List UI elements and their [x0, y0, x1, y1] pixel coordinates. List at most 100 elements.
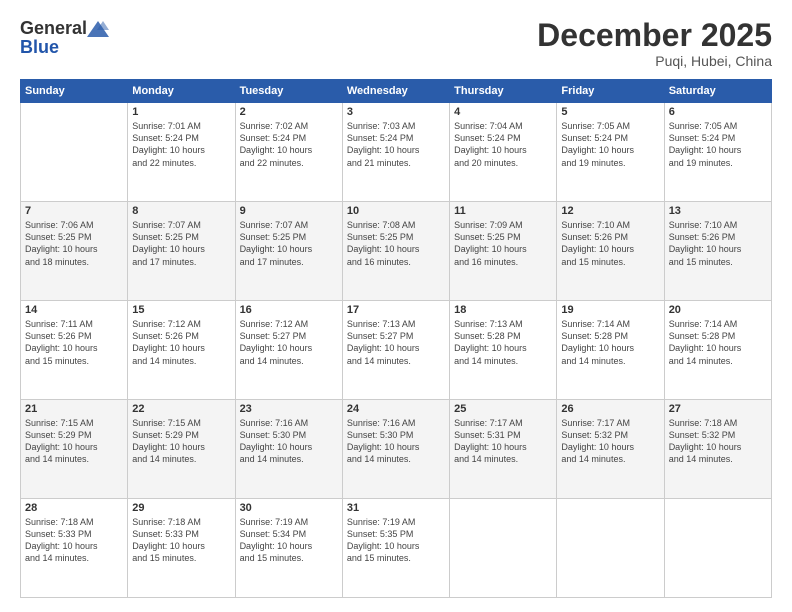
calendar-header-monday: Monday [128, 80, 235, 103]
day-number: 13 [669, 205, 767, 217]
calendar-header-row: SundayMondayTuesdayWednesdayThursdayFrid… [21, 80, 772, 103]
day-info: Sunrise: 7:12 AMSunset: 5:26 PMDaylight:… [132, 318, 230, 367]
day-info: Sunrise: 7:17 AMSunset: 5:32 PMDaylight:… [561, 417, 659, 466]
day-info: Sunrise: 7:01 AMSunset: 5:24 PMDaylight:… [132, 120, 230, 169]
day-info: Sunrise: 7:13 AMSunset: 5:27 PMDaylight:… [347, 318, 445, 367]
calendar-cell [450, 499, 557, 598]
calendar-cell: 20 Sunrise: 7:14 AMSunset: 5:28 PMDayligh… [664, 301, 771, 400]
logo: General Blue [20, 18, 109, 58]
day-number: 27 [669, 403, 767, 415]
calendar-cell: 30 Sunrise: 7:19 AMSunset: 5:34 PMDayligh… [235, 499, 342, 598]
calendar-cell: 12 Sunrise: 7:10 AMSunset: 5:26 PMDayligh… [557, 202, 664, 301]
day-info: Sunrise: 7:17 AMSunset: 5:31 PMDaylight:… [454, 417, 552, 466]
day-number: 1 [132, 106, 230, 118]
day-number: 23 [240, 403, 338, 415]
calendar-cell: 27 Sunrise: 7:18 AMSunset: 5:32 PMDayligh… [664, 400, 771, 499]
calendar-cell: 15 Sunrise: 7:12 AMSunset: 5:26 PMDayligh… [128, 301, 235, 400]
day-info: Sunrise: 7:15 AMSunset: 5:29 PMDaylight:… [25, 417, 123, 466]
day-info: Sunrise: 7:18 AMSunset: 5:33 PMDaylight:… [25, 516, 123, 565]
day-number: 4 [454, 106, 552, 118]
calendar-cell: 22 Sunrise: 7:15 AMSunset: 5:29 PMDayligh… [128, 400, 235, 499]
day-number: 30 [240, 502, 338, 514]
calendar-header-thursday: Thursday [450, 80, 557, 103]
day-info: Sunrise: 7:19 AMSunset: 5:34 PMDaylight:… [240, 516, 338, 565]
day-info: Sunrise: 7:10 AMSunset: 5:26 PMDaylight:… [561, 219, 659, 268]
calendar-cell: 14 Sunrise: 7:11 AMSunset: 5:26 PMDayligh… [21, 301, 128, 400]
calendar-cell: 4Sunrise: 7:04 AMSunset: 5:24 PMDaylight… [450, 103, 557, 202]
day-number: 25 [454, 403, 552, 415]
day-info: Sunrise: 7:16 AMSunset: 5:30 PMDaylight:… [240, 417, 338, 466]
day-info: Sunrise: 7:13 AMSunset: 5:28 PMDaylight:… [454, 318, 552, 367]
day-number: 22 [132, 403, 230, 415]
logo-general-text: General [20, 18, 87, 39]
calendar-cell: 21 Sunrise: 7:15 AMSunset: 5:29 PMDayligh… [21, 400, 128, 499]
calendar-cell: 28 Sunrise: 7:18 AMSunset: 5:33 PMDayligh… [21, 499, 128, 598]
calendar-cell: 10Sunrise: 7:08 AMSunset: 5:25 PMDayligh… [342, 202, 449, 301]
day-info: Sunrise: 7:02 AMSunset: 5:24 PMDaylight:… [240, 120, 338, 169]
day-number: 24 [347, 403, 445, 415]
day-info: Sunrise: 7:11 AMSunset: 5:26 PMDaylight:… [25, 318, 123, 367]
day-info: Sunrise: 7:08 AMSunset: 5:25 PMDaylight:… [347, 219, 445, 268]
calendar-cell: 11Sunrise: 7:09 AMSunset: 5:25 PMDayligh… [450, 202, 557, 301]
header: General Blue December 2025 Puqi, Hubei, … [20, 18, 772, 69]
calendar-cell: 6Sunrise: 7:05 AMSunset: 5:24 PMDaylight… [664, 103, 771, 202]
page: General Blue December 2025 Puqi, Hubei, … [0, 0, 792, 612]
calendar-week-1: 1 Sunrise: 7:01 AMSunset: 5:24 PMDaylight… [21, 103, 772, 202]
day-info: Sunrise: 7:16 AMSunset: 5:30 PMDaylight:… [347, 417, 445, 466]
calendar-cell: 18 Sunrise: 7:13 AMSunset: 5:28 PMDayligh… [450, 301, 557, 400]
calendar-cell: 1 Sunrise: 7:01 AMSunset: 5:24 PMDaylight… [128, 103, 235, 202]
calendar-cell: 31 Sunrise: 7:19 AMSunset: 5:35 PMDayligh… [342, 499, 449, 598]
day-number: 2 [240, 106, 338, 118]
calendar-week-3: 14 Sunrise: 7:11 AMSunset: 5:26 PMDayligh… [21, 301, 772, 400]
day-info: Sunrise: 7:18 AMSunset: 5:32 PMDaylight:… [669, 417, 767, 466]
day-number: 29 [132, 502, 230, 514]
calendar-cell: 5 Sunrise: 7:05 AMSunset: 5:24 PMDaylight… [557, 103, 664, 202]
day-number: 28 [25, 502, 123, 514]
calendar-cell: 16Sunrise: 7:12 AMSunset: 5:27 PMDayligh… [235, 301, 342, 400]
day-info: Sunrise: 7:05 AMSunset: 5:24 PMDaylight:… [561, 120, 659, 169]
day-info: Sunrise: 7:15 AMSunset: 5:29 PMDaylight:… [132, 417, 230, 466]
day-number: 16 [240, 304, 338, 316]
calendar-cell: 29 Sunrise: 7:18 AMSunset: 5:33 PMDayligh… [128, 499, 235, 598]
day-number: 14 [25, 304, 123, 316]
day-info: Sunrise: 7:19 AMSunset: 5:35 PMDaylight:… [347, 516, 445, 565]
day-number: 3 [347, 106, 445, 118]
location: Puqi, Hubei, China [537, 53, 772, 69]
calendar-cell: 23 Sunrise: 7:16 AMSunset: 5:30 PMDayligh… [235, 400, 342, 499]
day-info: Sunrise: 7:07 AMSunset: 5:25 PMDaylight:… [132, 219, 230, 268]
day-number: 15 [132, 304, 230, 316]
logo-icon [87, 20, 109, 38]
day-info: Sunrise: 7:03 AMSunset: 5:24 PMDaylight:… [347, 120, 445, 169]
logo-blue-text: Blue [20, 37, 59, 58]
calendar-week-2: 7Sunrise: 7:06 AMSunset: 5:25 PMDaylight… [21, 202, 772, 301]
calendar-cell: 7Sunrise: 7:06 AMSunset: 5:25 PMDaylight… [21, 202, 128, 301]
calendar-cell: 13 Sunrise: 7:10 AMSunset: 5:26 PMDayligh… [664, 202, 771, 301]
calendar-cell: 9Sunrise: 7:07 AMSunset: 5:25 PMDaylight… [235, 202, 342, 301]
day-number: 8 [132, 205, 230, 217]
calendar-cell: 24 Sunrise: 7:16 AMSunset: 5:30 PMDayligh… [342, 400, 449, 499]
day-info: Sunrise: 7:14 AMSunset: 5:28 PMDaylight:… [669, 318, 767, 367]
calendar-header-wednesday: Wednesday [342, 80, 449, 103]
day-info: Sunrise: 7:10 AMSunset: 5:26 PMDaylight:… [669, 219, 767, 268]
calendar-cell: 19Sunrise: 7:14 AMSunset: 5:28 PMDayligh… [557, 301, 664, 400]
calendar-cell: 8 Sunrise: 7:07 AMSunset: 5:25 PMDaylight… [128, 202, 235, 301]
day-number: 19 [561, 304, 659, 316]
day-number: 20 [669, 304, 767, 316]
day-number: 31 [347, 502, 445, 514]
day-number: 21 [25, 403, 123, 415]
day-number: 12 [561, 205, 659, 217]
title-block: December 2025 Puqi, Hubei, China [537, 18, 772, 69]
calendar-cell: 17Sunrise: 7:13 AMSunset: 5:27 PMDayligh… [342, 301, 449, 400]
day-number: 5 [561, 106, 659, 118]
day-number: 18 [454, 304, 552, 316]
day-number: 7 [25, 205, 123, 217]
calendar-cell: 2 Sunrise: 7:02 AMSunset: 5:24 PMDaylight… [235, 103, 342, 202]
calendar-cell [21, 103, 128, 202]
day-number: 6 [669, 106, 767, 118]
calendar-week-5: 28 Sunrise: 7:18 AMSunset: 5:33 PMDayligh… [21, 499, 772, 598]
calendar-cell: 25 Sunrise: 7:17 AMSunset: 5:31 PMDayligh… [450, 400, 557, 499]
day-info: Sunrise: 7:18 AMSunset: 5:33 PMDaylight:… [132, 516, 230, 565]
day-info: Sunrise: 7:07 AMSunset: 5:25 PMDaylight:… [240, 219, 338, 268]
calendar-cell: 3 Sunrise: 7:03 AMSunset: 5:24 PMDaylight… [342, 103, 449, 202]
calendar-table: SundayMondayTuesdayWednesdayThursdayFrid… [20, 79, 772, 598]
